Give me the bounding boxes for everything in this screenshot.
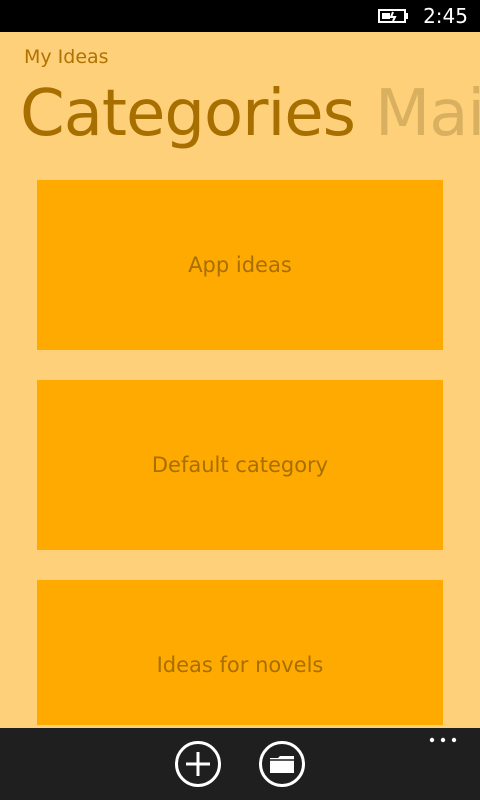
category-label: Default category bbox=[151, 453, 329, 477]
add-icon[interactable] bbox=[174, 740, 222, 788]
battery-charging-icon bbox=[378, 9, 408, 23]
app-bar bbox=[0, 728, 480, 800]
category-label: Ideas for novels bbox=[156, 653, 324, 677]
category-tile-default[interactable]: Default category bbox=[37, 380, 443, 550]
category-tile-app-ideas[interactable]: App ideas bbox=[37, 180, 443, 350]
category-list: App ideas Default category Ideas for nov… bbox=[37, 180, 443, 755]
status-clock: 2:45 bbox=[423, 4, 468, 28]
folder-icon[interactable] bbox=[258, 740, 306, 788]
category-tile-novels[interactable]: Ideas for novels bbox=[37, 580, 443, 725]
pivot-item-categories[interactable]: Categories bbox=[20, 77, 356, 151]
ellipsis-icon[interactable] bbox=[428, 734, 458, 746]
category-label: App ideas bbox=[188, 253, 292, 277]
status-bar: 2:45 bbox=[0, 0, 480, 32]
pivot-item-main[interactable]: Mai bbox=[375, 77, 480, 151]
app-title: My Ideas bbox=[24, 46, 109, 68]
pivot-header: Categories Mai bbox=[20, 76, 480, 152]
